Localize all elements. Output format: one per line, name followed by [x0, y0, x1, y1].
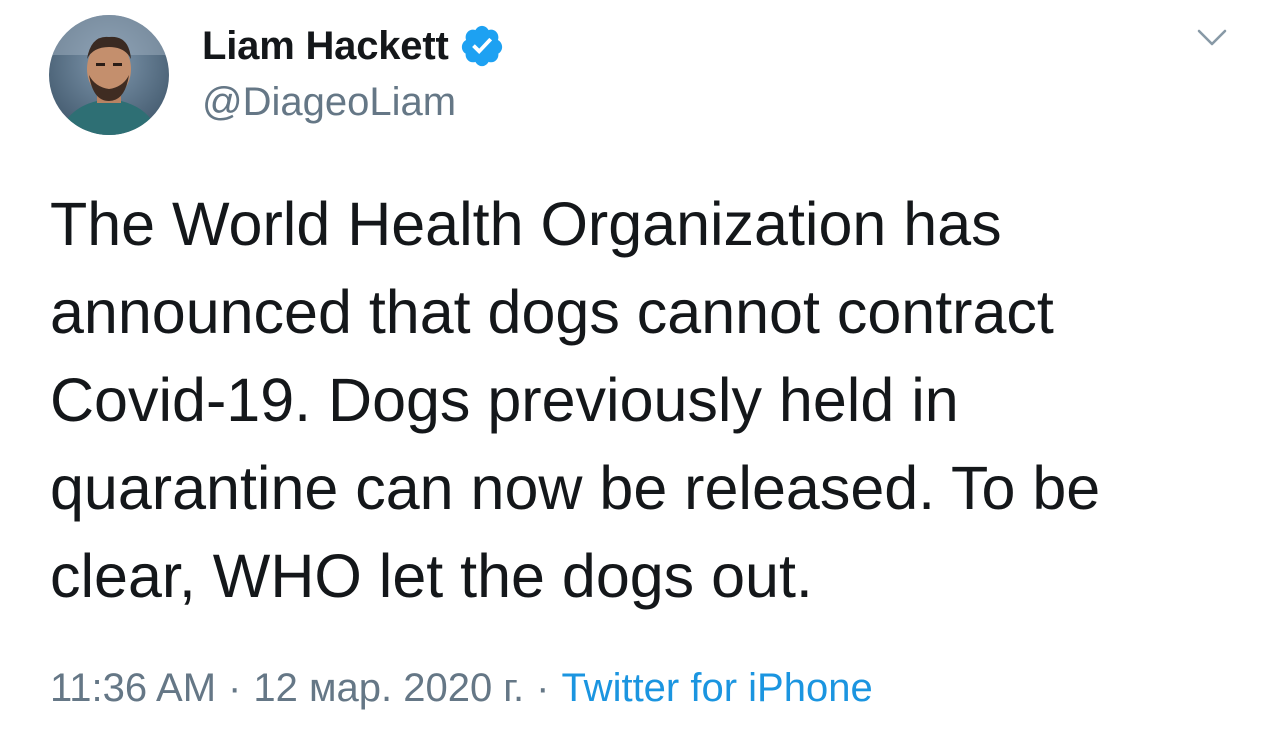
author-name-row[interactable]: Liam Hackett [202, 18, 505, 74]
meta-separator: · [228, 666, 242, 710]
tweet-text: The World Health Organization has announ… [50, 180, 1250, 620]
tweet-date[interactable]: 12 мар. 2020 г. [253, 666, 524, 711]
profile-photo-icon [49, 15, 169, 135]
tweet-menu-button[interactable] [1190, 20, 1234, 56]
chevron-down-icon [1197, 29, 1227, 46]
tweet-text-line: announced that dogs cannot contract [50, 278, 1054, 346]
tweet-text-line: quarantine can now be released. To be [50, 454, 1101, 522]
author-name[interactable]: Liam Hackett [202, 24, 449, 69]
tweet-meta: 11:36 AM · 12 мар. 2020 г. · Twitter for… [50, 666, 873, 711]
tweet-card: Liam Hackett @DiageoLiam The World Healt… [0, 0, 1280, 756]
avatar[interactable] [49, 15, 169, 135]
meta-separator: · [536, 666, 550, 710]
verified-badge-icon [459, 23, 505, 69]
tweet-source-link[interactable]: Twitter for iPhone [561, 666, 872, 711]
tweet-text-line: Covid-19. Dogs previously held in [50, 366, 959, 434]
tweet-text-line: clear, WHO let the dogs out. [50, 542, 813, 610]
author-handle[interactable]: @DiageoLiam [202, 80, 456, 125]
tweet-time[interactable]: 11:36 AM [50, 666, 216, 711]
tweet-text-line: The World Health Organization has [50, 190, 1002, 258]
